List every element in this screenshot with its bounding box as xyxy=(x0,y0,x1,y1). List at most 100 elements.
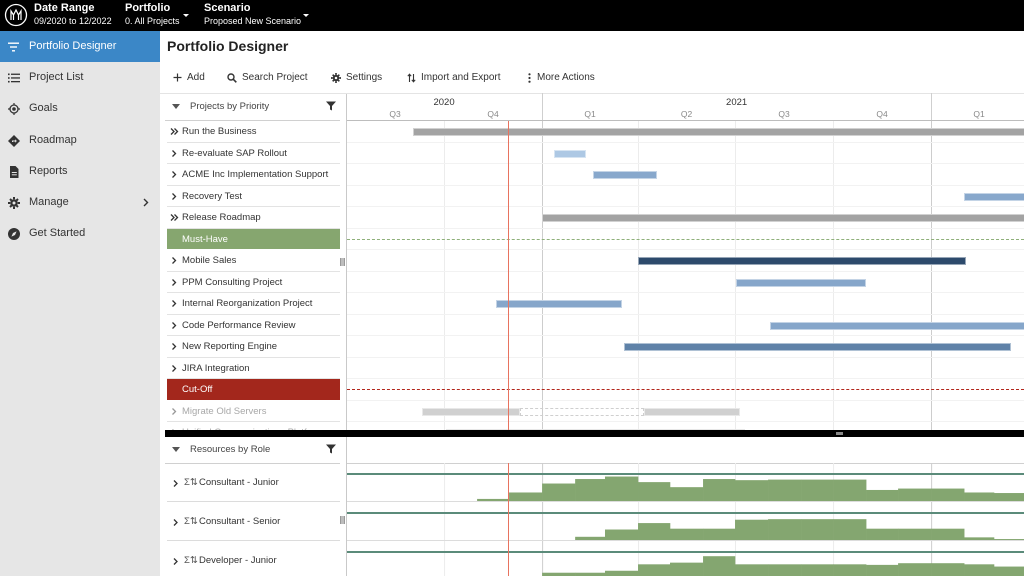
chevron-right-icon[interactable] xyxy=(170,256,179,265)
chevron-right-icon[interactable] xyxy=(170,149,179,158)
scenario-value: Proposed New Scenario xyxy=(204,16,302,26)
project-row[interactable]: ACME Inc Implementation Support xyxy=(167,164,340,186)
chevron-right-icon[interactable] xyxy=(170,299,179,308)
histogram-bar xyxy=(931,488,965,502)
gridline xyxy=(833,121,835,430)
project-row[interactable]: Unified Communications Platform xyxy=(167,422,340,430)
resize-handle[interactable] xyxy=(340,258,345,266)
import-export-button[interactable]: Import and Export xyxy=(407,70,500,85)
more-actions-label: More Actions xyxy=(537,72,595,83)
must-have-marker-row[interactable]: Must-Have xyxy=(167,228,340,250)
gantt-bar[interactable] xyxy=(624,343,1012,351)
chevron-right-icon[interactable] xyxy=(170,321,179,330)
chevron-right-icon[interactable] xyxy=(170,192,179,201)
project-row[interactable]: JIRA Integration xyxy=(167,358,340,379)
project-row[interactable]: PPM Consulting Project xyxy=(167,272,340,293)
resource-row[interactable]: Σ⇅ Consultant - Junior xyxy=(167,463,340,502)
project-row[interactable]: Internal Reorganization Project xyxy=(167,293,340,315)
sidebar-item-label: Roadmap xyxy=(29,133,77,146)
resource-histogram-svg xyxy=(347,463,1024,576)
row-separator xyxy=(347,227,1024,229)
search-project-label: Search Project xyxy=(242,72,308,83)
project-row[interactable]: Code Performance Review xyxy=(167,315,340,336)
filter-icon[interactable] xyxy=(326,101,336,111)
histogram-bar xyxy=(964,564,995,576)
chevron-right-icon[interactable] xyxy=(172,557,180,566)
histogram-bar xyxy=(638,564,671,576)
sidebar-item-reports[interactable]: Reports xyxy=(0,156,160,187)
add-button[interactable]: Add xyxy=(173,70,205,85)
chevron-right-icon[interactable] xyxy=(172,518,180,527)
gantt-bar[interactable] xyxy=(593,171,658,179)
gantt-bar[interactable] xyxy=(964,192,1024,201)
histogram-bar xyxy=(866,564,899,576)
project-name: Internal Reorganization Project xyxy=(182,298,313,309)
project-row[interactable]: New Reporting Engine xyxy=(167,336,340,358)
gantt-bar[interactable] xyxy=(553,149,586,158)
sidebar-item-get-started[interactable]: Get Started xyxy=(0,218,160,249)
chevron-right-icon xyxy=(143,198,149,206)
quarter-label: Q2 xyxy=(680,109,693,119)
chevron-right-icon[interactable] xyxy=(170,170,179,179)
histogram-bar xyxy=(768,479,802,502)
date-range-selector[interactable]: Date Range 09/2020 to 12/2022 xyxy=(34,2,112,30)
gantt-bar[interactable] xyxy=(421,407,520,416)
chevron-right-icon[interactable] xyxy=(170,407,179,416)
gantt-bar[interactable] xyxy=(638,257,967,265)
histogram-bar xyxy=(866,528,899,541)
settings-button[interactable]: Settings xyxy=(331,70,382,85)
resource-row[interactable]: Σ⇅ Consultant - Senior xyxy=(167,502,340,541)
filter-icon[interactable] xyxy=(326,444,336,454)
chevron-right-icon[interactable] xyxy=(170,342,179,351)
scenario-dropdown[interactable]: Scenario Proposed New Scenario xyxy=(204,2,314,30)
collapse-triangle-icon[interactable] xyxy=(172,104,180,109)
gantt-bar[interactable] xyxy=(413,128,1024,136)
collapse-triangle-icon[interactable] xyxy=(172,447,180,452)
double-chevron-right-icon[interactable] xyxy=(170,213,179,222)
sidebar-item-manage[interactable]: Manage xyxy=(0,187,160,218)
chevron-right-icon[interactable] xyxy=(170,278,179,287)
gantt-bar[interactable] xyxy=(736,278,867,287)
chevron-right-icon[interactable] xyxy=(172,479,180,488)
gantt-bar-gap[interactable] xyxy=(519,407,645,416)
project-row[interactable]: Migrate Old Servers xyxy=(167,401,340,422)
splitter-grip-icon[interactable] xyxy=(836,432,843,435)
project-row[interactable]: Run the Business xyxy=(167,121,340,143)
histogram-bar xyxy=(866,489,899,502)
row-separator xyxy=(347,141,1024,143)
sidebar-item-goals[interactable]: Goals xyxy=(0,93,160,124)
chevron-right-icon[interactable] xyxy=(170,364,179,373)
projects-by-priority-header[interactable]: Projects by Priority xyxy=(165,94,340,121)
project-name: New Reporting Engine xyxy=(182,341,278,352)
app-logo-icon[interactable] xyxy=(4,3,28,27)
resources-by-role-header[interactable]: Resources by Role xyxy=(165,437,340,464)
cut-off-marker-row[interactable]: Cut-Off xyxy=(167,379,340,401)
gantt-bar[interactable] xyxy=(542,214,1024,222)
gantt-bar[interactable] xyxy=(770,321,1024,330)
year-label: 2020 xyxy=(433,97,455,108)
gantt-bar[interactable] xyxy=(496,300,623,308)
portfolio-dropdown[interactable]: Portfolio 0. All Projects xyxy=(125,2,195,30)
double-chevron-right-icon[interactable] xyxy=(170,127,179,136)
more-actions-button[interactable]: More Actions xyxy=(527,70,595,85)
search-project-button[interactable]: Search Project xyxy=(227,70,308,85)
resize-handle[interactable] xyxy=(340,516,345,524)
project-row[interactable]: Mobile Sales xyxy=(167,250,340,272)
project-row[interactable]: Re-evaluate SAP Rollout xyxy=(167,143,340,164)
row-separator xyxy=(347,292,1024,293)
priority-marker-line[interactable] xyxy=(347,389,1024,390)
resource-row[interactable]: Σ⇅ Developer - Junior xyxy=(167,541,340,576)
horizontal-splitter[interactable] xyxy=(165,430,1024,437)
sidebar-item-portfolio-designer[interactable]: Portfolio Designer xyxy=(0,31,160,62)
project-row[interactable]: Release Roadmap xyxy=(167,207,340,229)
sidebar-item-roadmap[interactable]: Roadmap xyxy=(0,125,160,156)
project-row[interactable]: Recovery Test xyxy=(167,186,340,207)
sidebar-item-project-list[interactable]: Project List xyxy=(0,62,160,93)
sidebar: Portfolio Designer Project List Goals Ro… xyxy=(0,31,160,576)
import-export-icon xyxy=(407,72,416,83)
project-name: ACME Inc Implementation Support xyxy=(182,169,329,180)
sum-sort-icon: Σ⇅ xyxy=(184,555,198,566)
priority-marker-line[interactable] xyxy=(347,238,1024,240)
gantt-bar[interactable] xyxy=(644,407,741,416)
search-icon xyxy=(227,72,237,83)
